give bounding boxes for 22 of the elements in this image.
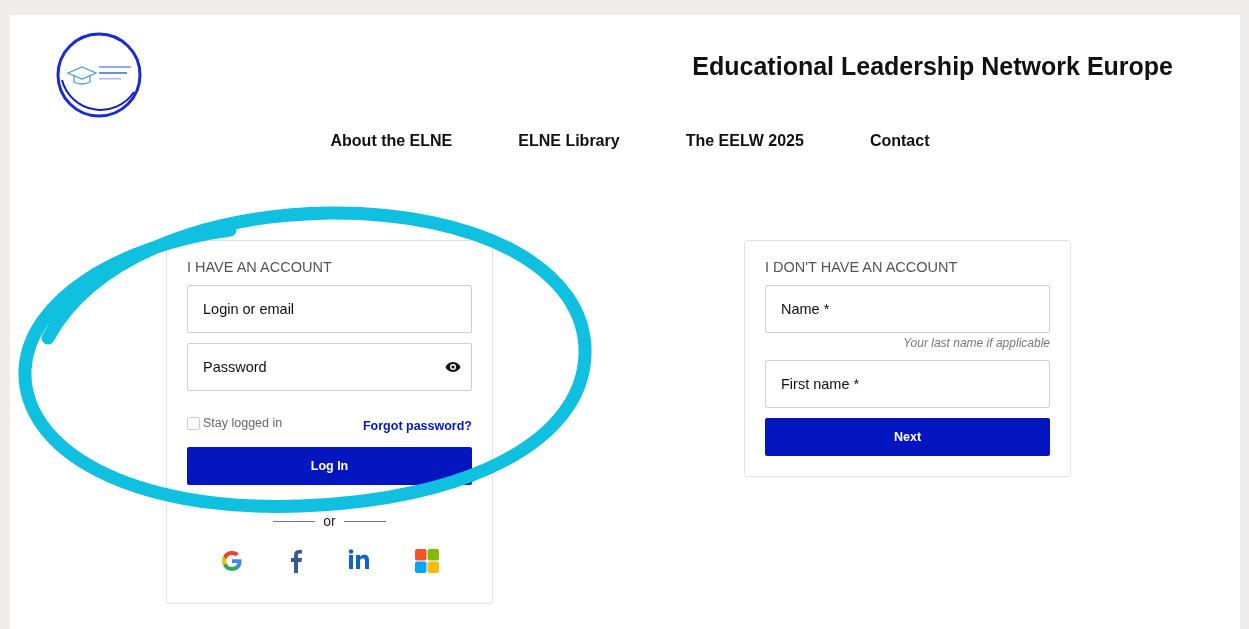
nav-link[interactable]: ELNE Library — [518, 132, 620, 150]
card-heading: I HAVE AN ACCOUNT — [187, 259, 333, 275]
google-icon — [219, 549, 244, 573]
nav-link[interactable]: About the ELNE — [330, 132, 453, 150]
eye-icon[interactable] — [445, 361, 461, 373]
field-hint: Your last name if applicable — [902, 336, 1050, 350]
nav-link[interactable]: Contact — [869, 132, 930, 150]
next-button[interactable]: Next — [765, 418, 1050, 456]
facebook-icon — [288, 549, 303, 573]
linkedin-icon — [348, 549, 371, 569]
forgot-password-link[interactable]: Forgot password? — [362, 419, 472, 433]
login-field[interactable]: Login or email — [187, 285, 472, 333]
name-field[interactable]: Name * — [765, 285, 1050, 333]
card-heading: I DON'T HAVE AN ACCOUNT — [765, 259, 959, 275]
divider-text: or — [323, 513, 336, 529]
microsoft-icon — [415, 549, 440, 573]
name-field[interactable]: First name * — [765, 360, 1050, 408]
nav-link[interactable]: The EELW 2025 — [685, 132, 804, 150]
stay-logged-in-checkbox[interactable]: Stay logged in — [187, 416, 283, 430]
login-button[interactable]: Log In — [187, 447, 472, 485]
password-field[interactable]: Password — [187, 343, 472, 391]
site-title: Educational Leadership Network Europe — [692, 52, 1173, 81]
